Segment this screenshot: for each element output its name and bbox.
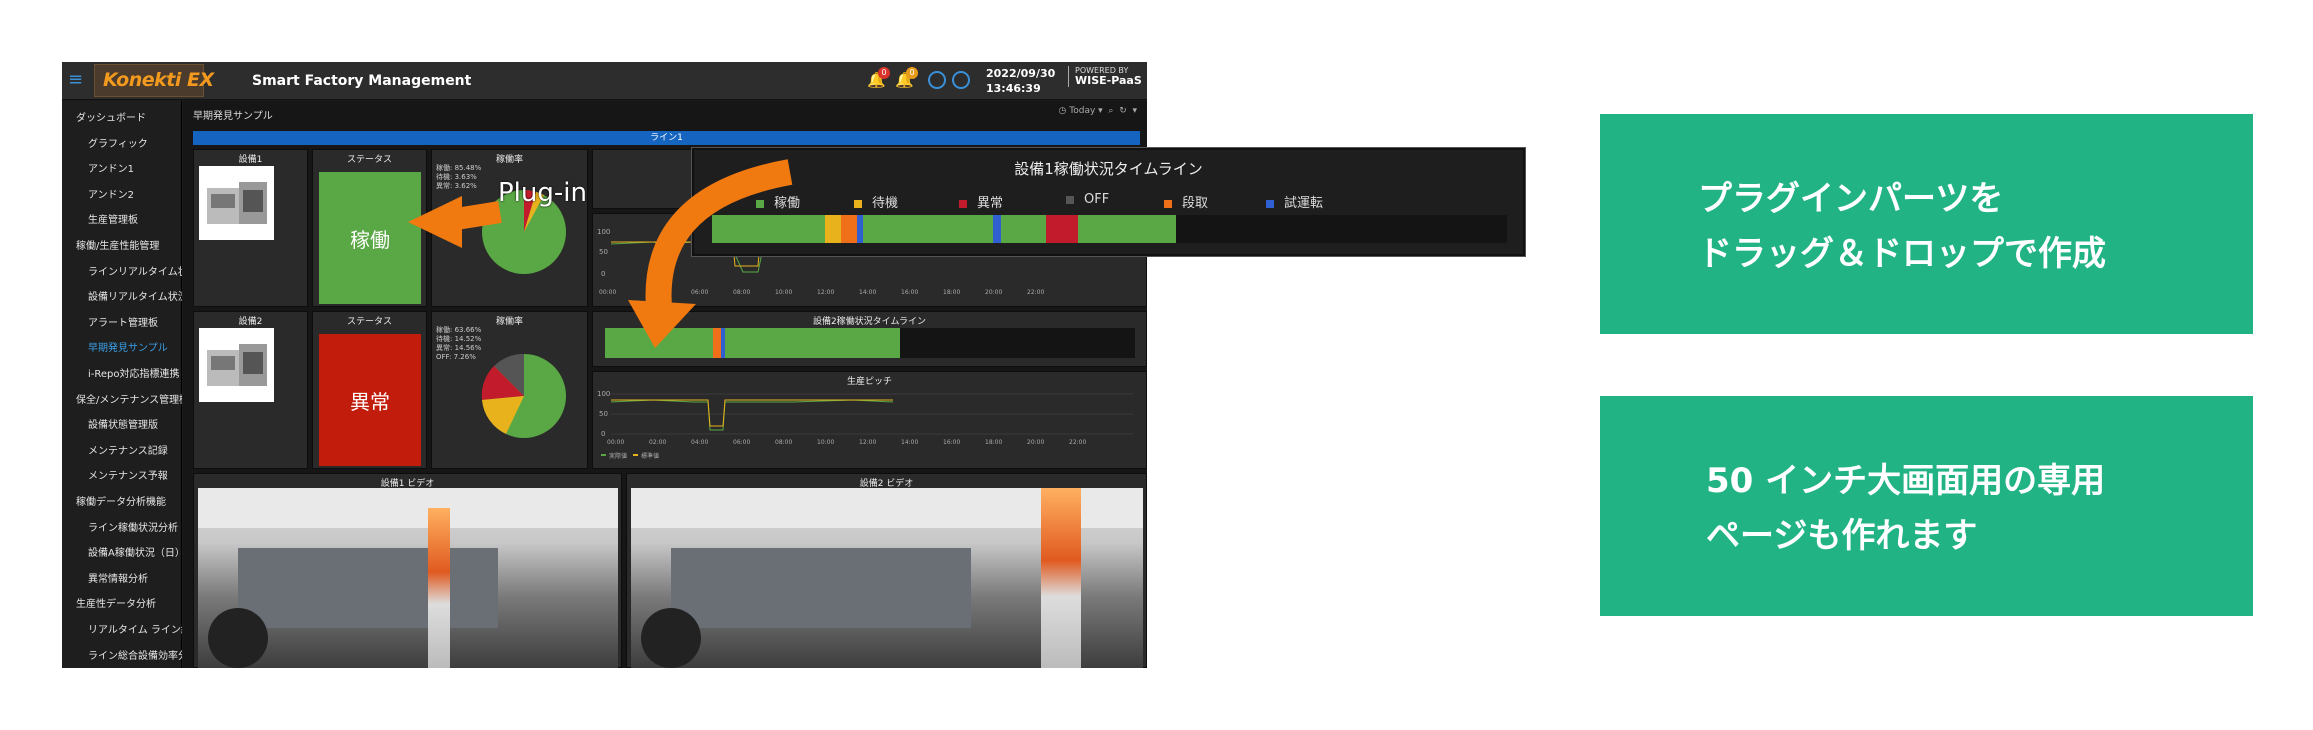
drag-arrow-body (645, 159, 793, 320)
annotation-arrows (408, 159, 793, 348)
callout-line: ページも作れます (1706, 516, 1978, 556)
plugin-arrow-head (408, 196, 462, 248)
plugin-label: Plug-in (498, 178, 587, 208)
callout-large-screen: 50 インチ大画面用の専用 ページも作れます (1600, 396, 2253, 616)
callout-drag-drop: プラグインパーツを ドラッグ＆ドロップで作成 (1600, 114, 2253, 334)
callout-line: ドラッグ＆ドロップで作成 (1698, 234, 2106, 274)
drag-arrow-head (628, 300, 696, 348)
callout-line: プラグインパーツを (1698, 179, 2004, 219)
callout-line: 50 インチ大画面用の専用 (1706, 461, 2106, 501)
